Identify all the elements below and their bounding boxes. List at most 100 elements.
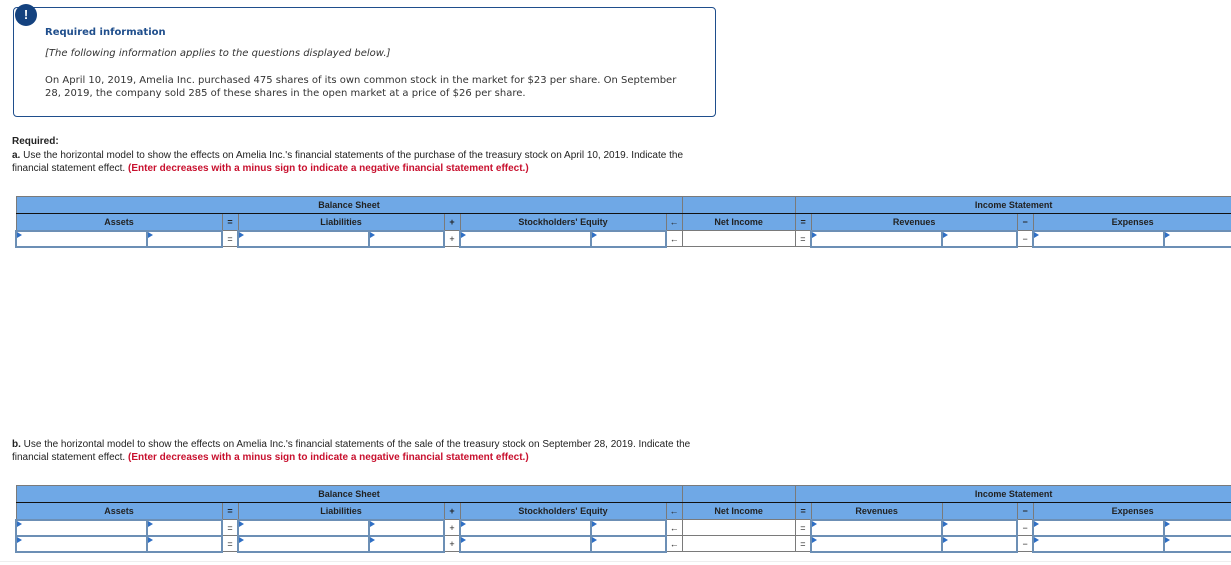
- dropdown-flag-icon: [148, 520, 153, 527]
- expenses-account-cell[interactable]: [1032, 518, 1166, 537]
- liabilities-amount-cell[interactable]: [368, 534, 445, 553]
- assets-amount-input[interactable]: [148, 536, 221, 551]
- expenses-account-input[interactable]: [1034, 231, 1164, 246]
- alert-icon: !: [15, 4, 37, 26]
- liabilities-amount-input[interactable]: [370, 231, 443, 246]
- liabilities-account-cell[interactable]: [237, 229, 370, 248]
- liabilities-amount-cell[interactable]: [368, 229, 445, 248]
- expenses-amount-cell[interactable]: [1163, 534, 1231, 553]
- equity-amount-cell[interactable]: [590, 229, 667, 248]
- revenues-account-cell[interactable]: [810, 518, 944, 537]
- assets-header: Assets: [15, 502, 223, 520]
- net-income-header: Net Income: [681, 213, 796, 231]
- equity-account-input[interactable]: [461, 231, 590, 246]
- assets-account-input[interactable]: [17, 231, 146, 246]
- expenses-header: Expenses: [1032, 213, 1231, 231]
- info-note: [The following information applies to th…: [45, 48, 391, 59]
- dropdown-flag-icon: [943, 520, 949, 527]
- assets-amount-input[interactable]: [148, 231, 221, 246]
- dropdown-flag-icon: [592, 520, 597, 527]
- revenues-account-cell[interactable]: [810, 534, 944, 553]
- revenues-account-cell[interactable]: [810, 229, 944, 248]
- liabilities-account-input[interactable]: [239, 536, 368, 551]
- arrow-left-icon: ←: [665, 535, 683, 552]
- dropdown-flag-icon: [17, 231, 22, 238]
- liabilities-amount-input[interactable]: [370, 520, 443, 535]
- revenues-account-input[interactable]: [812, 520, 942, 535]
- dropdown-flag-icon: [239, 536, 244, 543]
- question-a: a. Use the horizontal model to show the …: [12, 149, 722, 175]
- dropdown-flag-icon: [812, 536, 818, 543]
- liabilities-account-input[interactable]: [239, 231, 368, 246]
- plus-sign: +: [443, 535, 461, 552]
- revenues-amount-input[interactable]: [943, 231, 1017, 246]
- revenues-amount-cell[interactable]: [941, 534, 1019, 553]
- minus-sign: −: [1016, 519, 1034, 536]
- dropdown-flag-icon: [17, 536, 22, 543]
- plus-sign: +: [443, 230, 461, 247]
- equity-amount-input[interactable]: [592, 520, 665, 535]
- equity-account-input[interactable]: [461, 520, 590, 535]
- assets-account-cell[interactable]: [15, 534, 148, 553]
- expenses-amount-input[interactable]: [1165, 520, 1231, 535]
- equity-account-input[interactable]: [461, 536, 590, 551]
- dropdown-flag-icon: [592, 536, 597, 543]
- assets-account-input[interactable]: [17, 536, 146, 551]
- expenses-amount-cell[interactable]: [1163, 518, 1231, 537]
- assets-amount-cell[interactable]: [146, 518, 223, 537]
- revenues-account-input[interactable]: [812, 536, 942, 551]
- revenues-amount-cell[interactable]: [941, 518, 1019, 537]
- assets-amount-cell[interactable]: [146, 229, 223, 248]
- plus-sign: +: [443, 213, 461, 231]
- arrow-left-icon: ←: [665, 519, 683, 536]
- expenses-amount-input[interactable]: [1165, 231, 1231, 246]
- assets-account-input[interactable]: [17, 520, 146, 535]
- assets-amount-cell[interactable]: [146, 534, 223, 553]
- question-b-lead: b.: [12, 439, 21, 450]
- expenses-account-input[interactable]: [1034, 520, 1164, 535]
- info-body: On April 10, 2019, Amelia Inc. purchased…: [45, 75, 677, 99]
- dropdown-flag-icon: [461, 520, 466, 527]
- dropdown-flag-icon: [1165, 520, 1171, 527]
- question-b: b. Use the horizontal model to show the …: [12, 438, 722, 464]
- minus-sign: −: [1016, 502, 1034, 520]
- expenses-account-cell[interactable]: [1032, 229, 1166, 248]
- equity-amount-input[interactable]: [592, 536, 665, 551]
- liabilities-account-input[interactable]: [239, 520, 368, 535]
- assets-account-cell[interactable]: [15, 229, 148, 248]
- liabilities-amount-cell[interactable]: [368, 518, 445, 537]
- dropdown-flag-icon: [17, 520, 22, 527]
- expenses-account-input[interactable]: [1034, 536, 1164, 551]
- revenues-amount-cell[interactable]: [941, 229, 1019, 248]
- liabilities-amount-input[interactable]: [370, 536, 443, 551]
- revenues-amount-input[interactable]: [943, 520, 1017, 535]
- expenses-amount-input[interactable]: [1165, 536, 1231, 551]
- equity-amount-cell[interactable]: [590, 518, 667, 537]
- dropdown-flag-icon: [239, 520, 244, 527]
- liabilities-account-cell[interactable]: [237, 534, 370, 553]
- equity-account-cell[interactable]: [459, 534, 592, 553]
- revenues-account-input[interactable]: [812, 231, 942, 246]
- net-income-header: Net Income: [681, 502, 796, 520]
- revenues-amount-input[interactable]: [943, 536, 1017, 551]
- table-row: = + ← = −: [15, 229, 1231, 248]
- question-b-instruction: (Enter decreases with a minus sign to in…: [128, 452, 529, 463]
- revenues-header: Revenues: [810, 213, 1018, 231]
- revenues-empty-header: [941, 502, 1018, 520]
- net-income-cell: [681, 535, 796, 552]
- equals-sign: =: [794, 519, 812, 536]
- assets-account-cell[interactable]: [15, 518, 148, 537]
- expenses-amount-cell[interactable]: [1163, 229, 1231, 248]
- equals-sign: =: [794, 535, 812, 552]
- assets-amount-input[interactable]: [148, 520, 221, 535]
- equity-account-cell[interactable]: [459, 229, 592, 248]
- equity-amount-cell[interactable]: [590, 534, 667, 553]
- horizontal-model-table-b: Balance Sheet Income Statement Assets = …: [15, 485, 1231, 553]
- equity-amount-input[interactable]: [592, 231, 665, 246]
- expenses-account-cell[interactable]: [1032, 534, 1166, 553]
- dropdown-flag-icon: [1034, 520, 1040, 527]
- net-income-cell: [681, 230, 796, 247]
- liabilities-account-cell[interactable]: [237, 518, 370, 537]
- dropdown-flag-icon: [812, 520, 818, 527]
- equity-account-cell[interactable]: [459, 518, 592, 537]
